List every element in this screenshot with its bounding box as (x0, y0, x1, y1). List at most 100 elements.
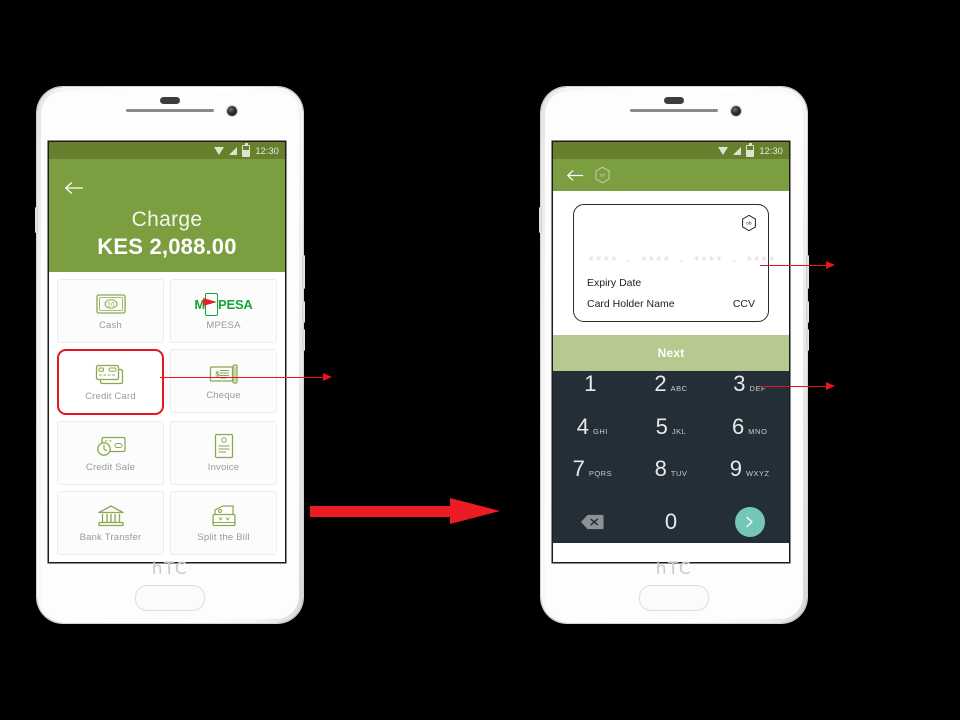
ccv-field[interactable]: CCV (733, 298, 755, 310)
next-button[interactable]: Next (553, 335, 789, 371)
key-8[interactable]: 8 TUV (632, 458, 711, 501)
card-holder-name-field[interactable]: Card Holder Name (587, 298, 675, 310)
volume-key[interactable] (539, 207, 542, 233)
signal-icon (229, 146, 238, 155)
power-key[interactable] (806, 255, 809, 289)
method-tile-mpesa[interactable]: M PESA MPESA (170, 279, 277, 343)
phone-device-charge: 12:30 Charge KES 2,088.00 10 Cash M PESA… (35, 87, 305, 623)
wifi-icon (214, 146, 225, 155)
method-label: MPESA (206, 320, 241, 331)
card-form-area: ob **** - **** - **** - **** Expiry Date… (553, 191, 789, 335)
front-camera (227, 106, 237, 116)
bank-icon (97, 503, 125, 529)
screen-charge: 12:30 Charge KES 2,088.00 10 Cash M PESA… (49, 142, 285, 562)
flow-arrow-shaft (310, 506, 452, 517)
home-button[interactable] (135, 585, 205, 611)
method-label: Split the Bill (197, 532, 250, 543)
method-label: Invoice (207, 462, 240, 473)
method-tile-split-the-bill[interactable]: Split the Bill (170, 491, 277, 555)
key-digit: 9 (729, 456, 742, 481)
key-7[interactable]: 7 PQRS (553, 458, 632, 501)
power-key[interactable] (302, 255, 305, 289)
method-label: Credit Sale (85, 462, 136, 473)
cheque-icon: $ (209, 361, 239, 387)
backspace-icon (581, 514, 604, 529)
invoice-icon (214, 433, 234, 459)
key-letters: DEF (749, 384, 767, 393)
earpiece-grille (630, 109, 718, 112)
key-digit: 0 (664, 508, 678, 534)
key-digit: 8 (654, 456, 667, 481)
back-arrow-icon[interactable] (65, 181, 84, 195)
side-key-lower[interactable] (302, 329, 305, 351)
expiry-date-field[interactable]: Expiry Date (587, 277, 755, 289)
key-letters: MNO (748, 426, 768, 436)
key-digit: 2 (654, 371, 667, 396)
mpesa-wordmark-right: PESA (218, 296, 253, 312)
page-title: Charge (131, 208, 203, 231)
expiry-date-label: Expiry Date (587, 277, 642, 289)
key-9[interactable]: 9 WXYZ (710, 458, 789, 501)
volume-key[interactable] (35, 207, 38, 233)
battery-icon (242, 142, 251, 157)
key-letters: JKL (671, 426, 687, 436)
callout-head (826, 261, 835, 269)
signal-icon (733, 146, 742, 155)
speaker-slot (664, 97, 684, 104)
credit-card-panel[interactable]: ob **** - **** - **** - **** Expiry Date… (573, 204, 775, 322)
key-letters: WXYZ (745, 469, 770, 478)
key-digit: 7 (572, 456, 585, 481)
method-label: Bank Transfer (79, 532, 142, 543)
split-bill-icon (211, 503, 237, 529)
method-label: Cash (99, 320, 122, 331)
key-4[interactable]: 4 GHI (553, 415, 632, 459)
svg-text:10: 10 (107, 302, 115, 309)
svg-text:ob: ob (600, 173, 606, 179)
mpesa-phone-glyph (203, 292, 219, 316)
side-key-upper[interactable] (806, 301, 809, 323)
svg-text:$: $ (215, 370, 220, 379)
key-5[interactable]: 5 JKL (632, 415, 711, 459)
back-arrow-icon[interactable] (567, 169, 584, 182)
method-tile-credit-card[interactable]: Credit Card (57, 349, 164, 415)
hexagon-logo-icon: ob (742, 214, 756, 232)
callout-head (323, 373, 332, 381)
side-key-lower[interactable] (806, 329, 809, 351)
payment-method-grid: 10 Cash M PESA MPESA Credit Card $ Chequ… (49, 272, 285, 562)
key-go[interactable] (710, 501, 789, 544)
method-tile-bank-transfer[interactable]: Bank Transfer (57, 491, 164, 555)
numeric-keypad: 1 2 ABC 3 DEF 4 GHI 5 JKL 6 MNO 7 PQRS 8… (553, 371, 789, 543)
card-number-field[interactable]: **** - **** - **** - **** (587, 253, 775, 268)
key-delete[interactable] (553, 501, 632, 544)
key-2[interactable]: 2 ABC (632, 373, 711, 416)
side-key-upper[interactable] (302, 301, 305, 323)
charge-header: Charge KES 2,088.00 (49, 159, 285, 272)
key-3[interactable]: 3 DEF (710, 373, 789, 416)
method-tile-credit-sale[interactable]: Credit Sale (57, 421, 164, 485)
status-time: 12:30 (255, 145, 279, 156)
banknote-icon: 10 (95, 291, 126, 317)
earpiece-grille (126, 109, 214, 112)
charge-amount: KES 2,088.00 (97, 234, 237, 259)
home-button[interactable] (639, 585, 709, 611)
key-letters: TUV (670, 469, 688, 478)
key-1[interactable]: 1 (553, 373, 632, 416)
status-bar: 12:30 (49, 142, 285, 159)
card-entry-toolbar: ob (553, 159, 789, 191)
flow-arrow-head (450, 498, 500, 524)
key-letters: GHI (593, 426, 608, 436)
key-0[interactable]: 0 (632, 501, 711, 544)
battery-icon (746, 142, 755, 157)
svg-text:ob: ob (746, 221, 752, 227)
method-tile-cash[interactable]: 10 Cash (57, 279, 164, 343)
method-tile-invoice[interactable]: Invoice (170, 421, 277, 485)
method-tile-cheque[interactable]: $ Cheque (170, 349, 277, 413)
hexagon-logo-icon: ob (595, 166, 610, 184)
key-6[interactable]: 6 MNO (710, 415, 789, 459)
key-digit: 3 (733, 371, 746, 396)
chevron-right-icon (734, 506, 765, 537)
method-label: Cheque (206, 390, 241, 401)
speaker-slot (160, 97, 180, 104)
charge-title-block: Charge KES 2,088.00 (49, 207, 285, 260)
key-digit: 1 (584, 371, 597, 396)
